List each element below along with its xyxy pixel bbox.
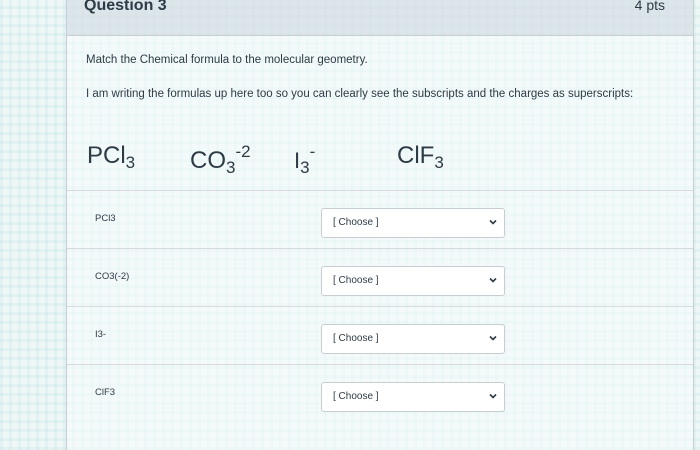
select-value: [ Choose ] — [333, 333, 379, 344]
formula-superscript: -2 — [235, 142, 251, 161]
answer-label: PCl3 — [95, 213, 116, 224]
question-card: Question 3 4 pts Match the Chemical form… — [66, 0, 694, 450]
formula-subscript: 3 — [125, 153, 136, 172]
answer-select-i3[interactable]: [ Choose ] — [321, 324, 505, 354]
answer-select-pcl3[interactable]: [ Choose ] — [321, 208, 505, 238]
answer-row-clf3: ClF3 [ Choose ] — [67, 364, 693, 423]
select-value: [ Choose ] — [333, 275, 379, 286]
answer-label: ClF3 — [95, 387, 116, 398]
answer-row-i3: I3- [ Choose ] — [67, 306, 693, 365]
answer-label: CO3(-2) — [95, 271, 130, 282]
chevron-down-icon — [489, 277, 497, 283]
answer-row-co3: CO3(-2) [ Choose ] — [67, 248, 693, 307]
formula-base: PCl — [87, 142, 126, 169]
question-points: 4 pts — [634, 0, 665, 13]
formula-subscript: 3 — [434, 153, 444, 172]
question-title: Question 3 — [84, 0, 167, 14]
formula-clf3: ClF3 — [397, 142, 444, 173]
answer-select-co3[interactable]: [ Choose ] — [321, 266, 505, 296]
answer-label: I3- — [95, 329, 107, 340]
formula-co3: CO3-2 — [190, 142, 251, 178]
formula-superscript: - — [309, 142, 316, 161]
question-header: Question 3 4 pts — [67, 0, 693, 36]
select-value: [ Choose ] — [333, 217, 379, 228]
formula-pcl3: PCl3 — [87, 142, 135, 173]
formula-subscript: 3 — [300, 158, 310, 177]
chevron-down-icon — [489, 335, 497, 341]
chevron-down-icon — [489, 219, 497, 225]
select-value: [ Choose ] — [333, 391, 379, 402]
question-note: I am writing the formulas up here too so… — [86, 88, 634, 100]
answer-row-pcl3: PCl3 [ Choose ] — [67, 190, 693, 249]
answer-select-clf3[interactable]: [ Choose ] — [321, 382, 505, 412]
question-instruction: Match the Chemical formula to the molecu… — [86, 54, 368, 66]
formula-base: ClF — [397, 142, 435, 169]
formula-base: CO — [190, 147, 226, 174]
formula-i3: I3- — [294, 142, 315, 178]
chevron-down-icon — [489, 393, 497, 399]
